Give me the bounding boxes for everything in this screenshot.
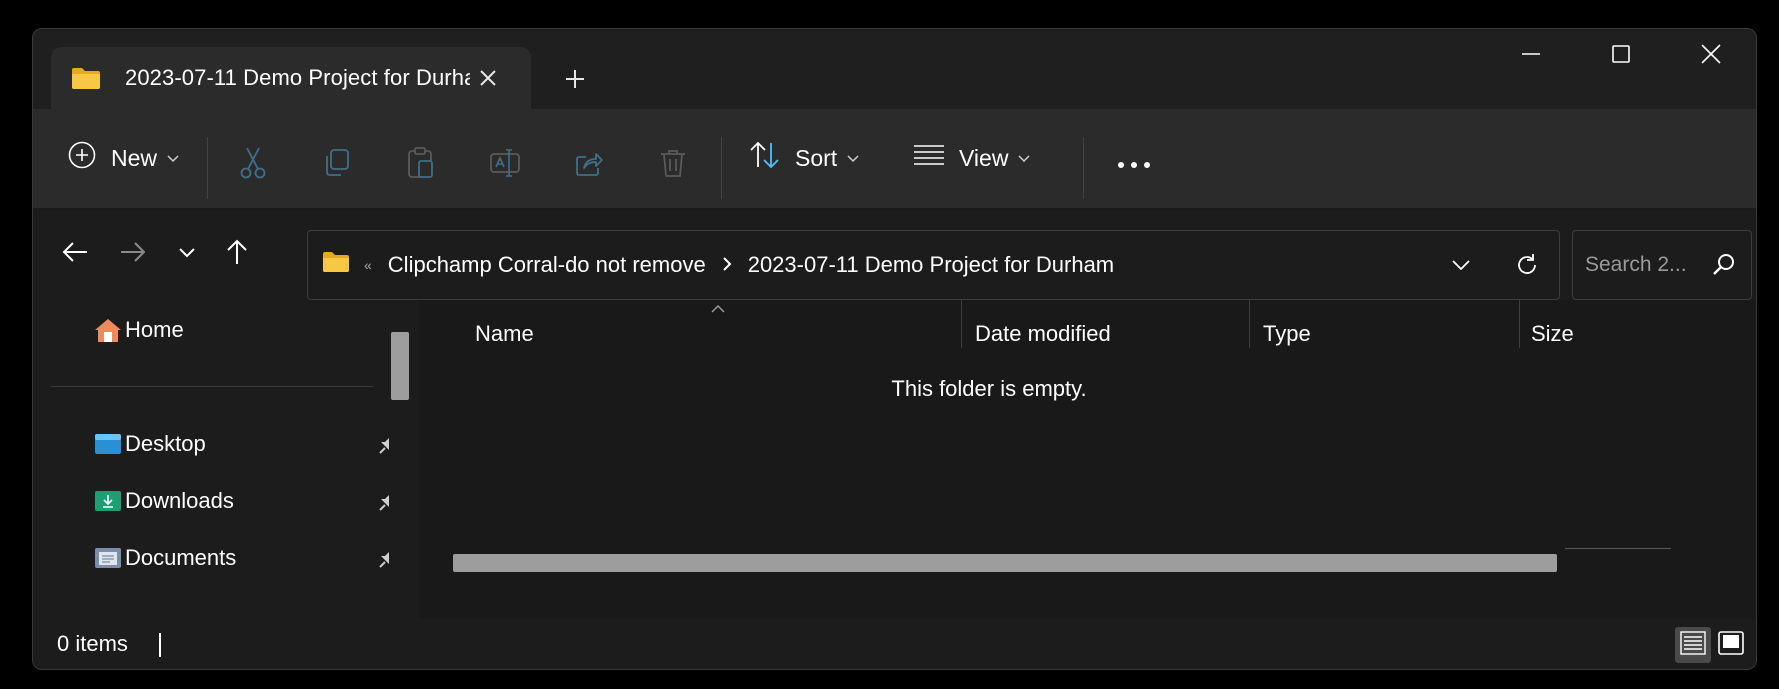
folder-icon (322, 251, 350, 279)
column-header-name[interactable]: Name (475, 314, 534, 354)
more-icon (1117, 156, 1151, 174)
sort-button[interactable]: Sort (749, 133, 859, 183)
toolbar-separator (1083, 137, 1084, 199)
downloads-folder-icon (93, 488, 123, 514)
copy-icon (322, 148, 352, 183)
column-divider[interactable] (1519, 300, 1520, 348)
breadcrumb-item-current[interactable]: 2023-07-11 Demo Project for Durham (748, 252, 1114, 278)
close-window-button[interactable] (1666, 29, 1756, 83)
window-controls (1486, 29, 1756, 83)
column-divider[interactable] (961, 300, 962, 348)
recent-locations-button[interactable] (167, 234, 207, 274)
cut-icon (238, 147, 268, 184)
large-icons-view-button[interactable] (1713, 627, 1749, 663)
desktop-folder-icon (93, 431, 123, 457)
sidebar-divider (51, 386, 373, 387)
chevron-down-icon (179, 245, 195, 263)
maximize-icon (1612, 44, 1630, 68)
empty-folder-message: This folder is empty. (891, 376, 1087, 401)
chevron-down-icon (1018, 150, 1030, 166)
new-button-label: New (111, 144, 158, 171)
rename-icon (489, 148, 521, 183)
command-bar: New Sort View (33, 109, 1756, 209)
home-icon (93, 317, 123, 343)
rename-button[interactable] (485, 145, 525, 185)
folder-icon (71, 66, 101, 90)
delete-button[interactable] (653, 145, 693, 185)
close-tab-icon[interactable] (471, 61, 505, 95)
breadcrumb-overflow[interactable]: « (364, 257, 372, 273)
column-divider[interactable] (1249, 300, 1250, 348)
paste-button[interactable] (401, 145, 441, 185)
sidebar-item-label: Documents (125, 545, 237, 570)
breadcrumb-separator-icon[interactable] (722, 254, 732, 277)
file-list-pane: Name Date modified Type Size This folder… (419, 300, 1756, 619)
chevron-down-icon (847, 150, 859, 166)
search-input[interactable]: Search 2... (1572, 230, 1752, 300)
address-dropdown-button[interactable] (1443, 247, 1479, 283)
file-explorer-window: 2023-07-11 Demo Project for Durham New S… (32, 28, 1757, 670)
delete-icon (659, 148, 687, 183)
sort-ascending-icon (711, 300, 725, 316)
breadcrumb-item[interactable]: Clipchamp Corral-do not remove (388, 252, 706, 278)
sidebar-item-desktop[interactable]: Desktop (93, 424, 398, 464)
arrow-right-icon (120, 241, 146, 268)
minimize-button[interactable] (1486, 29, 1576, 83)
forward-button[interactable] (113, 234, 153, 274)
horizontal-scrollbar-track (1565, 548, 1671, 549)
new-button[interactable]: New (67, 133, 179, 183)
paste-icon (407, 146, 435, 184)
plus-circle-icon (67, 140, 97, 176)
copy-button[interactable] (317, 145, 357, 185)
navigation-pane: Home Desktop Downloads Documents (33, 300, 415, 619)
minimize-icon (1522, 45, 1540, 68)
documents-folder-icon (93, 545, 123, 571)
share-button[interactable] (569, 145, 609, 185)
search-placeholder: Search 2... (1585, 253, 1687, 276)
sidebar-item-label: Downloads (125, 488, 234, 513)
item-count: 0 items (57, 631, 128, 656)
column-header-date-modified[interactable]: Date modified (975, 314, 1111, 354)
close-icon (1701, 43, 1721, 69)
status-separator (159, 633, 161, 657)
navigation-row: « Clipchamp Corral-do not remove 2023-07… (33, 210, 1756, 300)
back-button[interactable] (55, 234, 95, 274)
tab-current-folder[interactable]: 2023-07-11 Demo Project for Durham (51, 47, 531, 109)
sidebar-item-downloads[interactable]: Downloads (93, 481, 398, 521)
sort-icon (749, 140, 781, 176)
new-tab-button[interactable] (555, 59, 595, 99)
arrow-left-icon (62, 241, 88, 268)
sidebar-scrollbar-thumb[interactable] (391, 332, 409, 400)
toolbar-separator (207, 137, 208, 199)
view-button[interactable]: View (913, 133, 1030, 183)
cut-button[interactable] (233, 145, 273, 185)
chevron-down-icon (167, 150, 179, 166)
status-bar: 0 items (33, 619, 1756, 669)
horizontal-scrollbar-thumb[interactable] (453, 554, 1557, 572)
search-icon[interactable] (1709, 249, 1739, 279)
details-view-icon (1680, 630, 1706, 660)
sidebar-item-label: Home (125, 317, 184, 342)
sidebar-item-documents[interactable]: Documents (93, 538, 398, 578)
sidebar-item-label: Desktop (125, 431, 206, 456)
details-view-button[interactable] (1675, 627, 1711, 663)
sort-button-label: Sort (795, 144, 838, 171)
toolbar-separator (721, 137, 722, 199)
large-icons-view-icon (1718, 630, 1744, 660)
sidebar-item-home[interactable]: Home (93, 310, 393, 350)
arrow-up-icon (226, 239, 248, 270)
title-bar: 2023-07-11 Demo Project for Durham (33, 29, 1756, 109)
maximize-button[interactable] (1576, 29, 1666, 83)
more-options-button[interactable] (1109, 145, 1159, 185)
tab-title: 2023-07-11 Demo Project for Durham (125, 65, 470, 90)
up-button[interactable] (217, 234, 257, 274)
view-button-label: View (959, 144, 1009, 171)
address-bar[interactable]: « Clipchamp Corral-do not remove 2023-07… (307, 230, 1560, 300)
column-header-size[interactable]: Size (1531, 314, 1574, 354)
refresh-icon[interactable] (1509, 247, 1545, 283)
column-header-type[interactable]: Type (1263, 314, 1311, 354)
share-icon (574, 148, 604, 183)
view-icon (913, 143, 945, 173)
